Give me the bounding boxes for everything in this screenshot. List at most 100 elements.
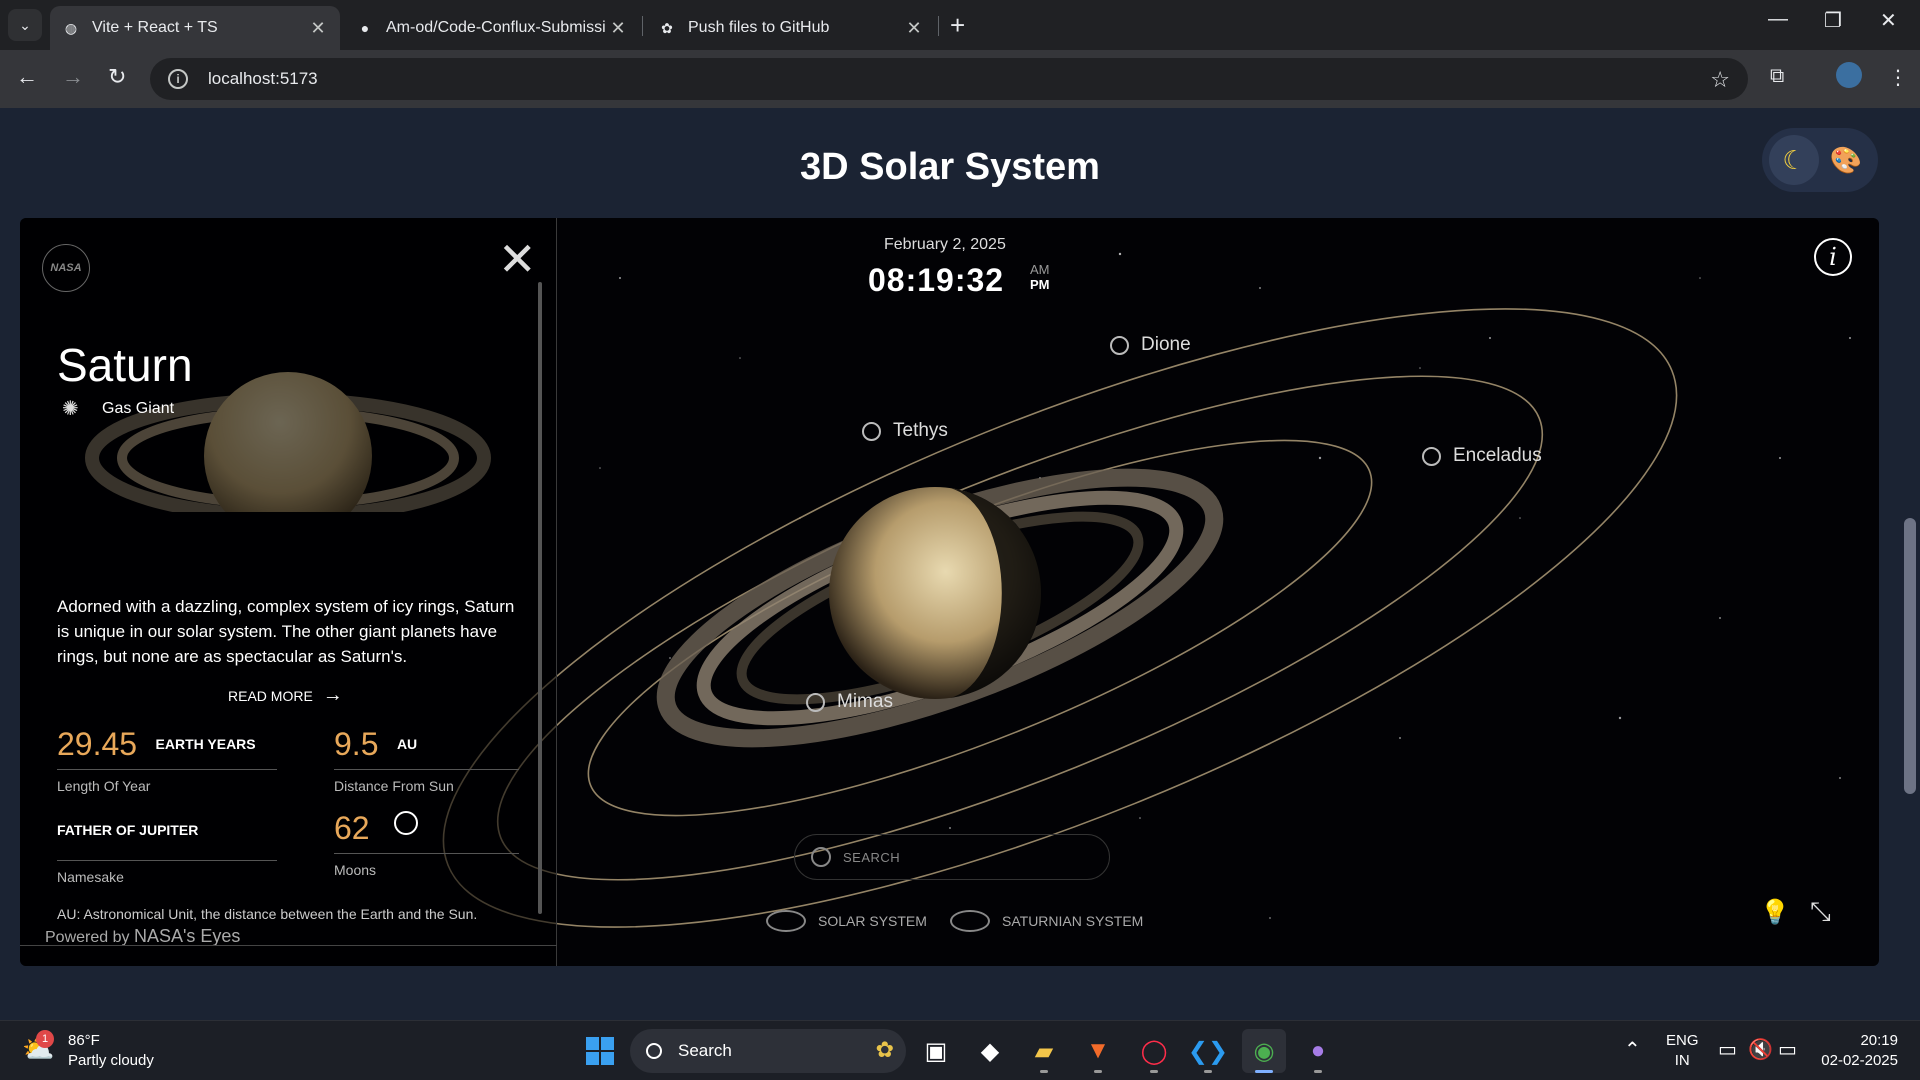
back-icon[interactable]: ←	[16, 64, 38, 90]
moon-dione[interactable]: Dione	[1110, 334, 1191, 356]
moon-enceladus[interactable]: Enceladus	[1422, 445, 1542, 467]
moon-marker	[806, 692, 825, 712]
moon-mimas[interactable]: Mimas	[806, 691, 893, 713]
close-icon[interactable]: ✕	[498, 236, 537, 282]
search-icon	[646, 1043, 662, 1059]
restore-icon[interactable]: ❐	[1824, 8, 1842, 33]
saturnian-system-icon	[950, 910, 990, 932]
running-indicator	[1150, 1070, 1158, 1073]
tab-search-button[interactable]: ⌄	[8, 9, 42, 41]
stat-year: 29.45 EARTH YEARS Length Of Year	[57, 726, 317, 794]
weather-temp: 86°F	[68, 1032, 100, 1049]
file-explorer-icon[interactable]: ▰	[1022, 1029, 1066, 1073]
moons-label: Moons	[334, 862, 377, 878]
category-label: Gas Giant	[102, 399, 175, 417]
tab-title: Vite + React + TS	[92, 19, 218, 36]
battery-icon[interactable]: ▭	[1778, 1037, 1797, 1062]
saturn-viewer[interactable]: NASA ✕ Saturn ✺ Gas Giant Adorned with a…	[20, 218, 1879, 966]
partly-cloudy-icon: ⛅ 1	[22, 1030, 56, 1068]
close-icon[interactable]: ✕	[904, 18, 924, 39]
tab-chatgpt[interactable]: ✿ Push files to GitHub ✕	[646, 6, 936, 50]
windows-start-icon[interactable]	[586, 1037, 614, 1065]
moon-marker	[1110, 335, 1129, 355]
lang-label: ENG	[1666, 1032, 1699, 1049]
tab-separator	[642, 16, 643, 36]
arrow-right-icon: →	[322, 684, 343, 706]
chrome-icon[interactable]: ◉	[1242, 1029, 1286, 1073]
opera-icon[interactable]: ◯	[1132, 1029, 1176, 1073]
running-indicator	[1094, 1070, 1102, 1073]
github-icon: ●	[360, 20, 370, 36]
minimize-icon[interactable]: —	[1768, 8, 1788, 31]
am-label: AM	[1030, 262, 1050, 277]
namesake-label: Namesake	[57, 869, 124, 885]
taskbar-search[interactable]: Search ✿	[630, 1029, 906, 1073]
saturnian-system-button[interactable]: SATURNIAN SYSTEM	[950, 910, 1143, 932]
clock-time: 20:19	[1860, 1032, 1898, 1049]
vscode-icon[interactable]: ❮❯	[1186, 1029, 1230, 1073]
close-icon[interactable]: ✕	[608, 18, 628, 39]
window-close-icon[interactable]: ✕	[1880, 8, 1897, 33]
bookmark-star-icon[interactable]: ☆	[1710, 67, 1730, 93]
tab-vite[interactable]: ◍ Vite + React + TS ✕	[50, 6, 340, 50]
running-indicator	[1204, 1070, 1212, 1073]
volume-muted-icon[interactable]: 🔇	[1748, 1037, 1773, 1062]
weather-widget[interactable]: ⛅ 1 86°F Partly cloudy	[22, 1030, 154, 1071]
read-more-link[interactable]: READ MORE →	[228, 684, 343, 707]
running-indicator	[1040, 1070, 1048, 1073]
language-indicator[interactable]: ENG IN	[1666, 1031, 1699, 1071]
nasa-logo: NASA	[42, 244, 90, 292]
task-view-icon[interactable]: ▣	[914, 1029, 958, 1073]
menu-kebab-icon[interactable]: ⋮	[1888, 65, 1908, 90]
moon-label: Enceladus	[1453, 445, 1542, 466]
site-info-icon[interactable]: i	[168, 69, 188, 89]
brave-icon[interactable]: ▼	[1076, 1029, 1120, 1073]
tab-separator	[938, 16, 939, 36]
solar-system-button[interactable]: SOLAR SYSTEM	[766, 910, 927, 932]
page-scrollbar-thumb[interactable]	[1904, 518, 1916, 794]
moon-label: Mimas	[837, 691, 893, 712]
solar-system-icon	[766, 910, 806, 932]
divider	[334, 769, 519, 770]
page-title: 3D Solar System	[800, 146, 1100, 188]
tab-github[interactable]: ● Am-od/Code-Conflux-Submissi ✕	[344, 6, 640, 50]
sim-time[interactable]: 08:19:32	[868, 262, 1004, 299]
divider	[57, 860, 277, 861]
saturnian-system-label: SATURNIAN SYSTEM	[1002, 913, 1144, 929]
address-bar[interactable]: i localhost:5173 ☆	[150, 58, 1748, 100]
clock[interactable]: 20:19 02-02-2025	[1818, 1031, 1898, 1071]
year-label: Length Of Year	[57, 778, 151, 794]
moon-tethys[interactable]: Tethys	[862, 420, 948, 442]
search-highlight-icon: ✿	[875, 1037, 894, 1062]
running-indicator	[1314, 1070, 1322, 1073]
moons-value: 62	[334, 810, 370, 846]
distance-label: Distance From Sun	[334, 778, 454, 794]
github-desktop-icon[interactable]: ●	[1296, 1029, 1340, 1073]
moon-marker	[862, 421, 881, 441]
copilot-icon[interactable]: ◆	[968, 1029, 1012, 1073]
fullscreen-icon[interactable]: ⤡	[1810, 896, 1831, 928]
network-icon[interactable]: ▭	[1718, 1037, 1737, 1062]
tab-title: Push files to GitHub	[688, 19, 830, 36]
info-icon[interactable]: i	[1814, 238, 1852, 276]
chevron-up-icon[interactable]: ⌃	[1624, 1037, 1641, 1062]
theme-toggle: ☾ 🎨	[1762, 128, 1878, 192]
lightbulb-icon[interactable]: 💡	[1760, 898, 1790, 927]
extensions-icon[interactable]: ⧉	[1770, 65, 1784, 88]
moon-label: Tethys	[893, 420, 948, 441]
reload-icon[interactable]: ↻	[108, 64, 126, 90]
url-text: localhost:5173	[208, 69, 318, 88]
powered-prefix: Powered by	[45, 929, 130, 946]
planet-name: Saturn	[57, 339, 193, 391]
forward-icon[interactable]: →	[62, 64, 84, 90]
stat-distance: 9.5 AU Distance From Sun	[334, 726, 594, 794]
weather-desc: Partly cloudy	[68, 1052, 154, 1069]
powered-by[interactable]: Powered by NASA's Eyes	[45, 926, 240, 947]
browser-toolbar: ← → ↻ i localhost:5173 ☆ ⧉ ⋮	[0, 50, 1920, 108]
moon-icon[interactable]: ☾	[1769, 135, 1819, 185]
new-tab-button[interactable]: +	[950, 10, 965, 41]
search-input[interactable]: SEARCH	[794, 834, 1110, 880]
palette-icon[interactable]: 🎨	[1821, 135, 1871, 185]
profile-avatar[interactable]	[1836, 62, 1862, 88]
close-icon[interactable]: ✕	[308, 18, 328, 39]
